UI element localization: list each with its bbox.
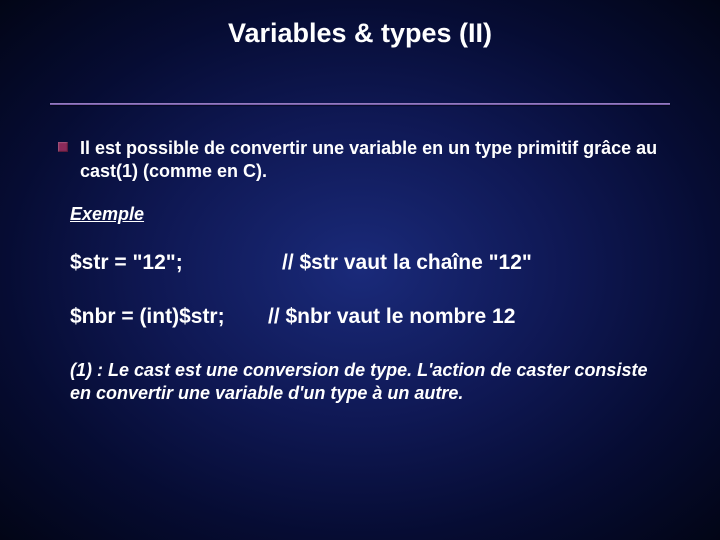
code-statement-1: $str = "12"; xyxy=(70,251,282,275)
code-comment-2: // $nbr vaut le nombre 12 xyxy=(268,305,515,329)
slide: Variables & types (II) Il est possible d… xyxy=(0,0,720,540)
code-line-1: $str = "12"; // $str vaut la chaîne "12" xyxy=(70,251,680,275)
code-comment-1: // $str vaut la chaîne "12" xyxy=(282,251,532,275)
bullet-text: Il est possible de convertir une variabl… xyxy=(80,137,662,182)
slide-title: Variables & types (II) xyxy=(50,18,670,57)
code-statement-2: $nbr = (int)$str; xyxy=(70,305,268,329)
footnote: (1) : Le cast est une conversion de type… xyxy=(70,359,662,404)
example-label: Exemple xyxy=(70,204,680,225)
bullet-item: Il est possible de convertir une variabl… xyxy=(58,137,662,182)
code-line-2: $nbr = (int)$str; // $nbr vaut le nombre… xyxy=(70,305,680,329)
bullet-icon xyxy=(58,142,68,152)
